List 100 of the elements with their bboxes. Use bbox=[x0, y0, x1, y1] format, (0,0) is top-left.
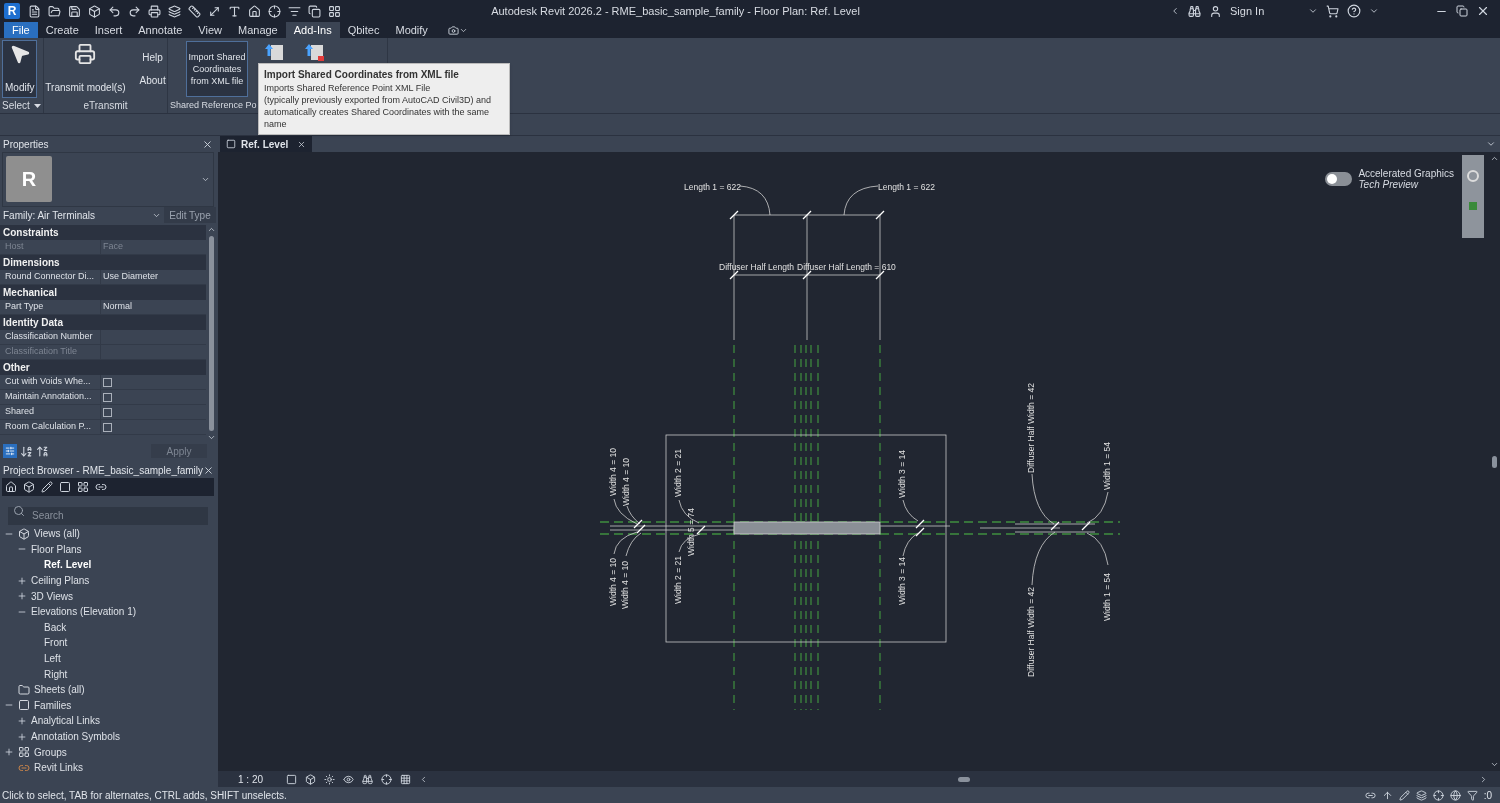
scroll-down-icon[interactable] bbox=[206, 433, 216, 442]
toggle-switch[interactable] bbox=[1325, 172, 1353, 186]
user-icon[interactable] bbox=[1209, 4, 1222, 18]
ribbon-tab[interactable]: View bbox=[190, 22, 230, 38]
caret-icon[interactable] bbox=[1308, 6, 1318, 16]
tree-item[interactable]: Back bbox=[44, 619, 67, 635]
save-icon[interactable] bbox=[68, 4, 81, 18]
cube-icon[interactable] bbox=[88, 4, 101, 18]
caret-icon[interactable] bbox=[201, 175, 210, 184]
crosshair-icon[interactable] bbox=[268, 4, 281, 18]
horizontal-scrollbar-thumb[interactable] bbox=[957, 776, 970, 782]
expand-icon[interactable] bbox=[17, 715, 27, 726]
scale-label[interactable]: 1 : 20 bbox=[238, 771, 278, 787]
property-value[interactable]: Use Diameter bbox=[103, 270, 158, 284]
undo-icon[interactable] bbox=[108, 4, 121, 18]
close-icon[interactable] bbox=[297, 139, 306, 149]
caret-icon[interactable] bbox=[1170, 6, 1180, 16]
ribbon-button[interactable]: Help bbox=[136, 49, 169, 66]
binoculars-icon[interactable] bbox=[1188, 4, 1201, 18]
camera-icon[interactable] bbox=[447, 24, 459, 36]
ribbon-tab[interactable]: Add-Ins bbox=[285, 22, 340, 38]
property-value[interactable]: Normal bbox=[103, 300, 132, 314]
ribbon-button[interactable]: Modify bbox=[2, 40, 38, 98]
tree-item[interactable]: Groups bbox=[34, 744, 67, 760]
tree-item[interactable]: Annotation Symbols bbox=[31, 729, 120, 744]
ribbon-tab[interactable]: Insert bbox=[86, 22, 131, 38]
vertical-scrollbar[interactable] bbox=[1488, 152, 1500, 771]
new-file-icon[interactable] bbox=[28, 4, 41, 18]
checkbox[interactable] bbox=[103, 392, 112, 402]
binoculars-icon[interactable] bbox=[362, 773, 373, 785]
scrollbar-thumb[interactable] bbox=[1491, 455, 1497, 468]
globe-icon[interactable] bbox=[1449, 789, 1461, 801]
house-icon[interactable] bbox=[248, 4, 261, 18]
tree-item[interactable]: Sheets (all) bbox=[34, 682, 85, 698]
categorize-icon[interactable] bbox=[3, 444, 17, 458]
diagonal-line-icon[interactable] bbox=[208, 4, 221, 18]
tree-item[interactable]: Views (all) bbox=[34, 526, 80, 542]
redo-icon[interactable] bbox=[128, 4, 141, 18]
ribbon-button[interactable]: Transmit model(s) bbox=[42, 40, 129, 98]
windows-icon[interactable] bbox=[308, 4, 321, 18]
ribbon-tab[interactable]: Create bbox=[37, 22, 87, 38]
arrow-icon[interactable] bbox=[1381, 789, 1393, 801]
layers-icon[interactable] bbox=[168, 4, 181, 18]
tree-item[interactable]: Ref. Level bbox=[44, 557, 92, 573]
close-icon[interactable] bbox=[203, 464, 215, 476]
text-icon[interactable] bbox=[228, 4, 241, 18]
sign-in-button[interactable]: Sign In bbox=[1230, 2, 1300, 20]
tree-item[interactable]: Front bbox=[44, 635, 68, 651]
square-icon[interactable] bbox=[59, 481, 71, 493]
tree-item[interactable]: Elevations (Elevation 1) bbox=[31, 604, 137, 620]
expand-icon[interactable] bbox=[17, 575, 27, 586]
expand-icon[interactable] bbox=[4, 747, 14, 758]
grid-icon[interactable] bbox=[400, 773, 411, 785]
help-icon[interactable] bbox=[1347, 4, 1361, 18]
scroll-up-icon[interactable] bbox=[206, 225, 216, 234]
filter-icon[interactable] bbox=[1466, 789, 1478, 801]
search-field[interactable]: Search bbox=[8, 506, 208, 525]
group-header[interactable]: Other bbox=[3, 360, 30, 375]
tree-item[interactable]: Right bbox=[44, 666, 68, 682]
close-icon[interactable] bbox=[202, 138, 213, 150]
sort-ascending-icon[interactable] bbox=[20, 444, 33, 458]
checkbox[interactable] bbox=[103, 407, 112, 417]
app-logo[interactable]: R bbox=[4, 3, 20, 19]
ribbon-tab[interactable]: Manage bbox=[230, 22, 286, 38]
chain-link-icon[interactable] bbox=[95, 481, 107, 493]
house-icon[interactable] bbox=[5, 481, 17, 493]
family-dropdown[interactable]: Family: Air Terminals bbox=[0, 207, 164, 223]
tree-item[interactable]: Families bbox=[34, 697, 72, 713]
scroll-up-icon[interactable] bbox=[1489, 154, 1499, 163]
expand-icon[interactable] bbox=[17, 731, 27, 742]
tree-item[interactable]: 3D Views bbox=[31, 588, 74, 604]
caret-icon[interactable] bbox=[1369, 6, 1379, 16]
layers-icon[interactable] bbox=[1415, 789, 1427, 801]
tree-item[interactable]: Floor Plans bbox=[31, 541, 82, 557]
ribbon-tab[interactable]: Annotate bbox=[130, 22, 191, 38]
checkbox[interactable] bbox=[103, 422, 112, 432]
close-icon[interactable] bbox=[1476, 4, 1490, 18]
sort-descending-icon[interactable] bbox=[36, 444, 49, 458]
checkbox[interactable] bbox=[103, 377, 112, 387]
ribbon-tab[interactable]: File bbox=[4, 22, 38, 38]
grid-icon[interactable] bbox=[328, 4, 341, 18]
ruler-icon[interactable] bbox=[188, 4, 201, 18]
cart-icon[interactable] bbox=[1326, 4, 1339, 18]
scrollbar-thumb[interactable] bbox=[208, 236, 214, 431]
ribbon-button[interactable]: Import Shared Coordinates from XML file bbox=[186, 41, 248, 97]
cube-icon[interactable] bbox=[23, 481, 35, 493]
open-folder-icon[interactable] bbox=[48, 4, 61, 18]
ribbon-tab[interactable]: Modify bbox=[387, 22, 436, 38]
printer-icon[interactable] bbox=[148, 4, 161, 18]
navigation-bar[interactable] bbox=[1462, 155, 1484, 238]
tree-item[interactable]: Ceiling Plans bbox=[31, 573, 90, 589]
expand-icon[interactable] bbox=[17, 591, 27, 602]
ribbon-button[interactable]: About bbox=[136, 72, 169, 89]
restore-icon[interactable] bbox=[1456, 5, 1468, 17]
scroll-down-icon[interactable] bbox=[1489, 760, 1499, 769]
list-icon[interactable] bbox=[288, 4, 301, 18]
sun-path-icon[interactable] bbox=[324, 773, 335, 785]
tree-item[interactable]: Analytical Links bbox=[31, 713, 100, 729]
ribbon-tab[interactable]: Qbitec bbox=[339, 22, 388, 38]
tree-item[interactable]: Revit Links bbox=[34, 760, 83, 776]
